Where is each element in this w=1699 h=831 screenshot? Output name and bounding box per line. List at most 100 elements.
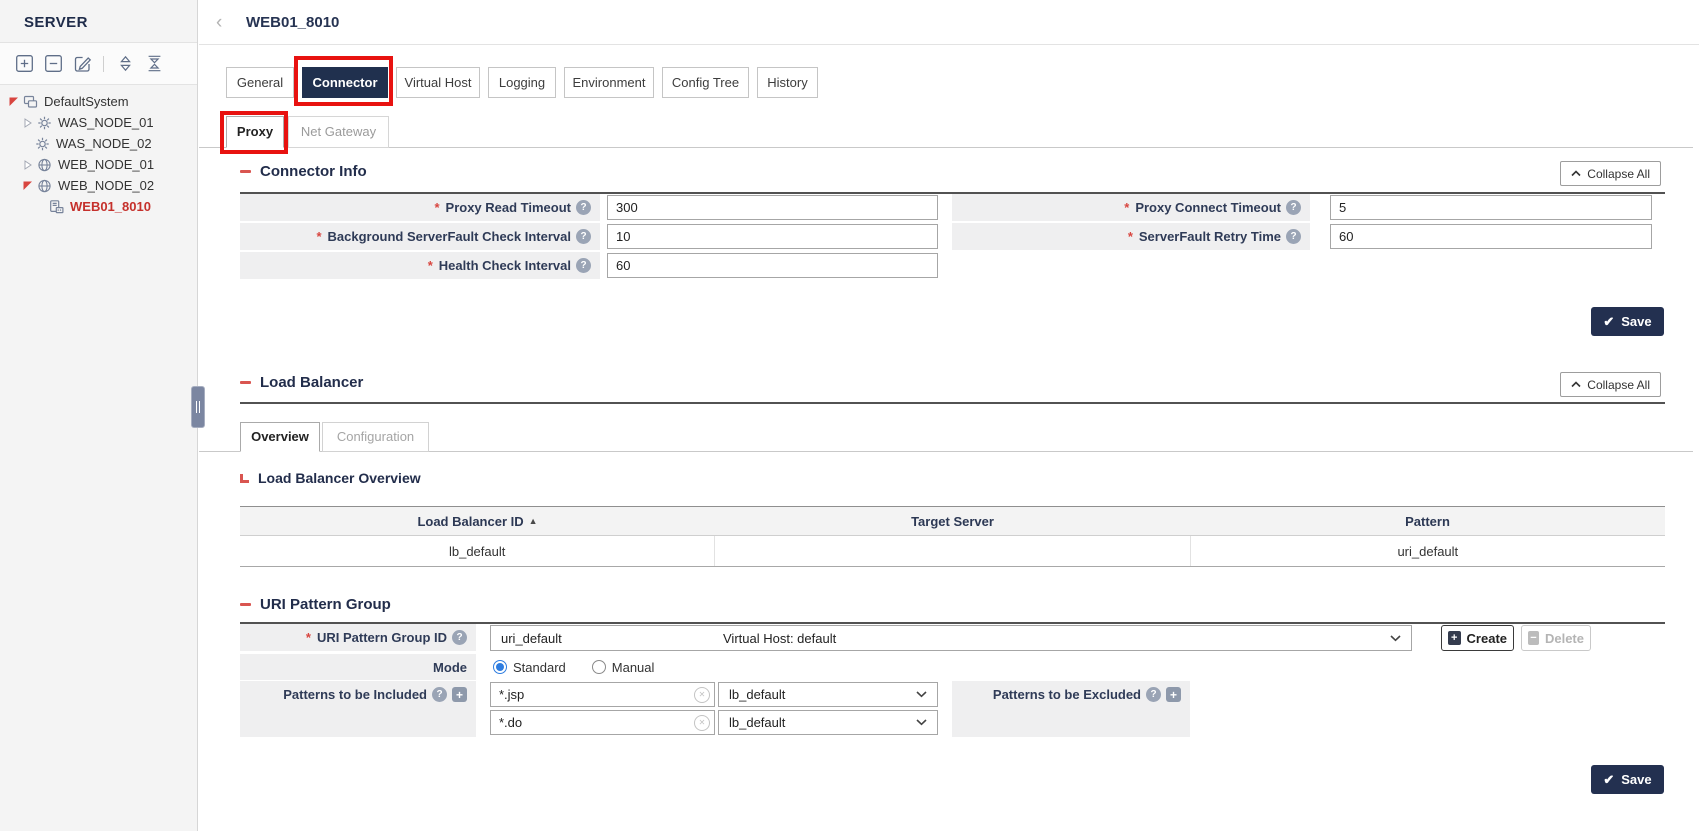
tree-item-label: DefaultSystem <box>44 94 129 109</box>
add-pattern-icon[interactable]: + <box>452 687 467 702</box>
add-node-button[interactable] <box>14 54 34 74</box>
expanded-triangle-icon[interactable] <box>22 181 34 191</box>
help-icon[interactable]: ? <box>1286 200 1301 215</box>
collapsed-triangle-icon[interactable] <box>22 160 34 170</box>
mode-standard-radio[interactable] <box>493 660 507 674</box>
table-row[interactable]: lb_default uri_default <box>240 536 1665 567</box>
sidebar-title: SERVER <box>0 0 197 43</box>
cell-load-balancer-id: lb_default <box>240 536 714 566</box>
included-pattern-1-input[interactable] <box>490 682 715 707</box>
tree-item-was-node-01[interactable]: WAS_NODE_01 <box>0 112 197 133</box>
load-balancer-collapse-all-button[interactable]: Collapse All <box>1560 372 1661 397</box>
virtual-host-annotation: Virtual Host: default <box>723 631 836 646</box>
load-balancer-overview-table: Load Balancer ID ▲ Target Server Pattern… <box>240 506 1665 567</box>
cell-target-server <box>714 536 1189 566</box>
corner-icon <box>240 474 249 483</box>
background-serverfault-check-interval-label: * Background ServerFault Check Interval … <box>240 223 600 250</box>
tree-item-was-node-02[interactable]: WAS_NODE_02 <box>0 133 197 154</box>
proxy-read-timeout-label: * Proxy Read Timeout ? <box>240 194 600 221</box>
mode-standard-label[interactable]: Standard <box>513 660 566 675</box>
help-icon[interactable]: ? <box>1286 229 1301 244</box>
tab-proxy[interactable]: Proxy <box>226 116 284 148</box>
collapse-all-tree-button[interactable] <box>144 54 164 74</box>
remove-node-button[interactable] <box>43 54 63 74</box>
included-pattern-2-input[interactable] <box>490 710 715 735</box>
background-serverfault-check-interval-input[interactable] <box>607 224 938 249</box>
tree-item-defaultsystem[interactable]: DefaultSystem <box>0 91 197 112</box>
help-icon[interactable]: ? <box>452 630 467 645</box>
tree-item-web01-8010[interactable]: WEB01_8010 <box>0 196 197 217</box>
help-icon[interactable]: ? <box>576 229 591 244</box>
connector-info-save-button[interactable]: ✔ Save <box>1591 307 1664 336</box>
minus-icon: − <box>1528 631 1539 645</box>
content-header: ‹ WEB01_8010 <box>199 0 1699 45</box>
gear-icon <box>34 136 51 152</box>
proxy-read-timeout-input[interactable] <box>607 195 938 220</box>
tab-virtual-host[interactable]: Virtual Host <box>396 67 480 98</box>
globe-icon <box>36 178 53 194</box>
main-content: ‹ WEB01_8010 General Connector Virtual H… <box>199 0 1699 831</box>
expand-all-icon <box>116 54 135 73</box>
tab-configuration[interactable]: Configuration <box>322 422 429 452</box>
tab-connector[interactable]: Connector <box>302 67 388 98</box>
proxy-connect-timeout-input[interactable] <box>1330 195 1652 220</box>
gear-icon <box>36 115 53 131</box>
tree-item-web-node-02[interactable]: WEB_NODE_02 <box>0 175 197 196</box>
included-pattern-2-wrap: ✕ <box>490 710 715 735</box>
column-header-target-server[interactable]: Target Server <box>715 507 1190 535</box>
uri-pattern-group-save-button[interactable]: ✔ Save <box>1591 765 1664 794</box>
tab-history[interactable]: History <box>757 67 818 98</box>
patterns-included-label: Patterns to be Included ? + <box>240 681 476 737</box>
expanded-triangle-icon[interactable] <box>8 97 20 107</box>
main-tabs: General Connector Virtual Host Logging E… <box>226 67 818 98</box>
included-pattern-2-lb-select[interactable]: lb_default <box>718 710 938 735</box>
column-header-pattern[interactable]: Pattern <box>1190 507 1665 535</box>
panel-splitter-handle[interactable] <box>191 386 205 428</box>
included-pattern-1-lb-select[interactable]: lb_default <box>718 682 938 707</box>
clear-icon[interactable]: ✕ <box>694 687 710 703</box>
health-check-interval-input[interactable] <box>607 253 938 278</box>
help-icon[interactable]: ? <box>432 687 447 702</box>
mode-manual-label[interactable]: Manual <box>612 660 655 675</box>
tab-general[interactable]: General <box>226 67 294 98</box>
delete-button[interactable]: − Delete <box>1521 625 1591 651</box>
uri-pattern-group-id-select[interactable]: uri_default Virtual Host: default <box>490 625 1412 651</box>
cell-pattern: uri_default <box>1190 536 1665 566</box>
section-dash-icon <box>240 170 251 173</box>
collapsed-triangle-icon[interactable] <box>22 118 34 128</box>
connector-sub-tabs: Proxy Net Gateway <box>226 116 389 148</box>
tree-item-web-node-01[interactable]: WEB_NODE_01 <box>0 154 197 175</box>
mode-radio-group: Standard Manual <box>493 654 654 680</box>
tab-config-tree[interactable]: Config Tree <box>662 67 749 98</box>
create-button[interactable]: + Create <box>1441 625 1514 651</box>
connector-info-heading: Connector Info <box>240 163 367 180</box>
load-balancer-heading: Load Balancer <box>240 374 363 391</box>
mode-manual-radio[interactable] <box>592 660 606 674</box>
help-icon[interactable]: ? <box>1146 687 1161 702</box>
clear-icon[interactable]: ✕ <box>694 715 710 731</box>
tab-environment[interactable]: Environment <box>564 67 654 98</box>
tree-item-label: WAS_NODE_01 <box>58 115 154 130</box>
help-icon[interactable]: ? <box>576 258 591 273</box>
tree-item-label: WAS_NODE_02 <box>56 136 152 151</box>
minus-square-icon <box>44 54 63 73</box>
plus-icon: + <box>1448 631 1461 645</box>
tab-net-gateway[interactable]: Net Gateway <box>288 116 389 148</box>
add-pattern-icon[interactable]: + <box>1166 687 1181 702</box>
tab-overview[interactable]: Overview <box>240 422 320 452</box>
chevron-up-icon <box>1571 170 1581 177</box>
serverfault-retry-time-label: * ServerFault Retry Time ? <box>952 223 1310 250</box>
column-header-load-balancer-id[interactable]: Load Balancer ID ▲ <box>240 507 715 535</box>
tab-logging[interactable]: Logging <box>488 67 556 98</box>
uri-pattern-group-id-label: * URI Pattern Group ID ? <box>240 624 476 651</box>
chevron-down-icon <box>916 719 927 726</box>
mode-label: Mode <box>240 654 476 680</box>
help-icon[interactable]: ? <box>576 200 591 215</box>
serverfault-retry-time-input[interactable] <box>1330 224 1652 249</box>
chevron-left-icon[interactable]: ‹ <box>216 13 230 32</box>
expand-all-button[interactable] <box>115 54 135 74</box>
edit-node-button[interactable] <box>72 54 92 74</box>
chevron-up-icon <box>1571 381 1581 388</box>
connector-info-collapse-all-button[interactable]: Collapse All <box>1560 161 1661 186</box>
server-icon <box>48 199 65 215</box>
